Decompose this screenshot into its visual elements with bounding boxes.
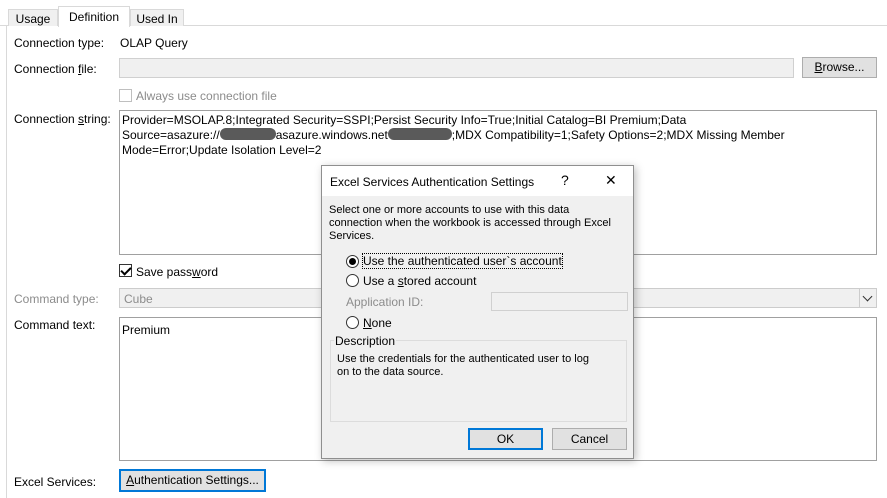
connection-type-label: Connection type: (14, 36, 105, 50)
connection-string-line-2a: Source=asazure:// (122, 128, 220, 142)
browse-button-accel: B (814, 60, 823, 74)
browse-button[interactable]: Browse... (802, 57, 877, 78)
connection-string-label-text: Connection (14, 112, 79, 126)
dialog-intro-line-3: Services. (329, 230, 375, 242)
authentication-settings-button-accel: A (126, 473, 135, 487)
save-password-label-accel: w (192, 265, 201, 279)
tab-usage[interactable]: Usage (8, 9, 58, 26)
command-text-label: Command text: (14, 318, 96, 332)
tab-used-in-label: Used In (136, 12, 178, 26)
dialog-title-bar: Excel Services Authentication Settings ?… (322, 166, 633, 196)
always-use-connection-file-label: Always use connection file (136, 89, 277, 103)
tab-definition[interactable]: Definition (58, 6, 130, 27)
connection-string-line-2c: ;MDX Compatibility=1;Safety Options=2;MD… (451, 128, 785, 142)
connection-file-label-text: Connection (14, 62, 79, 76)
none-label-accel: N (363, 316, 372, 330)
command-type-label: Command type: (14, 292, 99, 306)
dialog-intro: Select one or more accounts to use with … (329, 204, 629, 243)
help-icon[interactable]: ? (561, 172, 569, 188)
command-type-value: Cube (124, 292, 153, 306)
stored-account-label: Use a stored account (363, 274, 476, 288)
save-password-label: Save password (136, 265, 218, 279)
excel-services-label: Excel Services: (14, 475, 97, 489)
description-line-1: Use the credentials for the authenticate… (337, 353, 589, 365)
close-icon[interactable]: ✕ (605, 172, 617, 189)
connection-string-line-2b: asazure.windows.net (275, 128, 388, 142)
description-text: Use the credentials for the authenticate… (337, 353, 622, 379)
tab-usage-label: Usage (15, 12, 51, 26)
stored-account-label-text: Use a (363, 274, 398, 288)
connection-file-label-rest: ile: (81, 62, 97, 76)
authenticated-user-radio[interactable] (346, 255, 359, 268)
chevron-down-icon[interactable] (859, 289, 876, 307)
description-line-2: on to the data source. (337, 366, 444, 378)
authentication-settings-button-label: uthentication Settings... (134, 473, 259, 487)
save-password-label-text: Save pass (136, 265, 193, 279)
connection-file-label: Connection file: (14, 62, 97, 76)
cancel-button[interactable]: Cancel (552, 428, 627, 450)
connection-string-line-3: Mode=Error;Update Isolation Level=2 (122, 143, 322, 157)
connection-string-line-1: Provider=MSOLAP.8;Integrated Security=SS… (122, 113, 687, 127)
authentication-settings-button[interactable]: Authentication Settings... (119, 469, 266, 492)
ok-button[interactable]: OK (468, 428, 543, 450)
dialog-intro-line-1: Select one or more accounts to use with … (329, 204, 570, 216)
redacted-mark-2 (387, 128, 452, 140)
none-radio[interactable] (346, 316, 359, 329)
none-label-rest: one (371, 316, 392, 330)
connection-string-label: Connection string: (14, 112, 111, 126)
description-label: Description (334, 334, 397, 348)
browse-button-label: rowse... (822, 60, 865, 74)
authenticated-user-label: Use the authenticated user`s account (362, 253, 563, 269)
tab-strip: Usage Definition Used In (0, 6, 887, 27)
none-label: None (363, 316, 392, 330)
connection-string-line-2: Source=asazure:// asazure.windows.net ;MDX… (122, 128, 874, 143)
redacted-mark (219, 128, 276, 140)
connection-type-value: OLAP Query (120, 36, 188, 50)
application-id-label: Application ID: (346, 295, 424, 309)
tab-definition-label: Definition (68, 10, 120, 24)
authentication-settings-dialog: Excel Services Authentication Settings ?… (321, 165, 634, 459)
always-use-connection-file-checkbox[interactable] (119, 89, 132, 102)
dialog-intro-line-2: connection when the workbook is accessed… (329, 217, 611, 229)
tab-used-in[interactable]: Used In (130, 9, 184, 26)
connection-file-field[interactable] (119, 58, 794, 78)
save-password-label-rest: ord (200, 265, 219, 279)
stored-account-label-rest: tored account (403, 274, 477, 288)
connection-string-label-rest: tring: (84, 112, 111, 126)
stored-account-radio[interactable] (346, 274, 359, 287)
application-id-field[interactable] (491, 292, 628, 311)
dialog-title: Excel Services Authentication Settings (330, 175, 535, 189)
save-password-checkbox[interactable] (119, 264, 132, 277)
